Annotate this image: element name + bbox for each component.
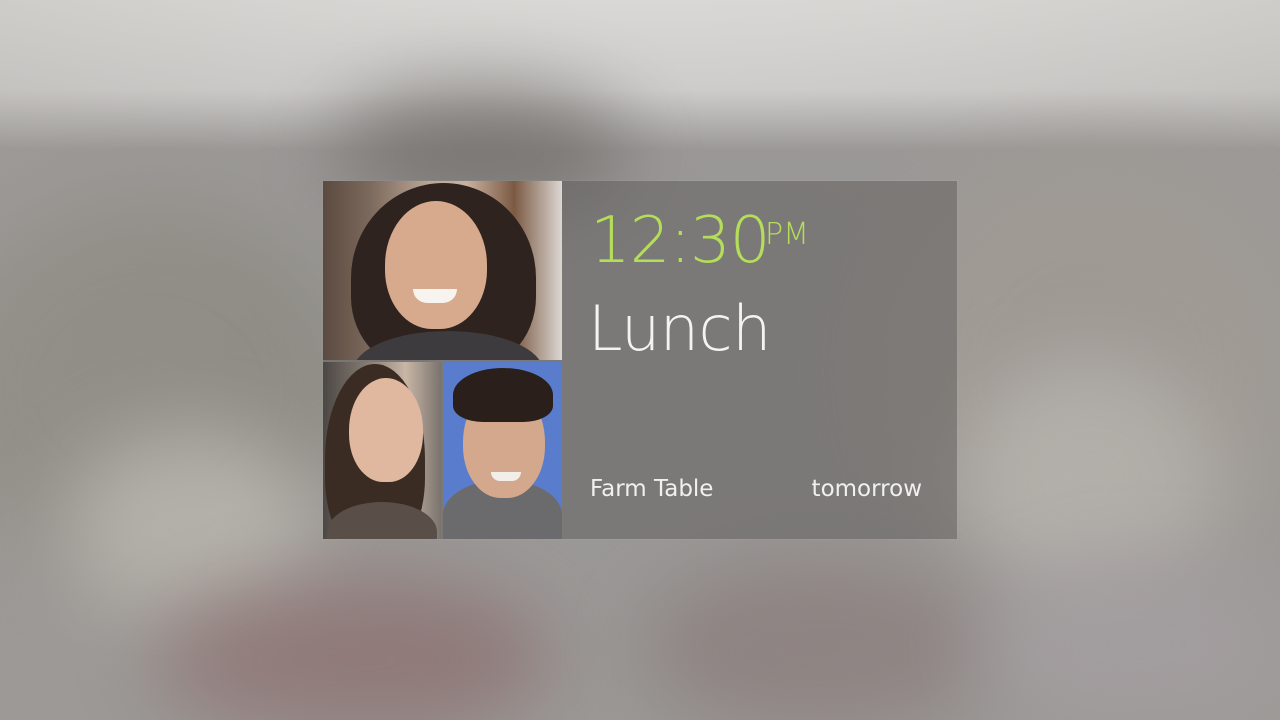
event-location: Farm Table	[590, 476, 714, 502]
event-card[interactable]: 12:30 PM Lunch Farm Table tomorrow	[323, 181, 957, 539]
face	[385, 201, 487, 329]
hair	[453, 368, 553, 422]
event-time: 12:30	[590, 204, 770, 278]
attendee-photo	[323, 362, 441, 539]
attendee-photo	[443, 362, 562, 539]
attendee-photos	[323, 181, 562, 539]
attendee-photo	[323, 181, 562, 360]
event-meridiem: PM	[765, 217, 809, 252]
event-info: 12:30 PM Lunch Farm Table tomorrow	[562, 181, 957, 539]
smile	[491, 472, 521, 481]
face	[349, 378, 423, 482]
glass-timeline-scene: 12:30 PM Lunch Farm Table tomorrow	[0, 0, 1280, 720]
event-title: Lunch	[588, 292, 771, 365]
event-date: tomorrow	[811, 476, 922, 502]
